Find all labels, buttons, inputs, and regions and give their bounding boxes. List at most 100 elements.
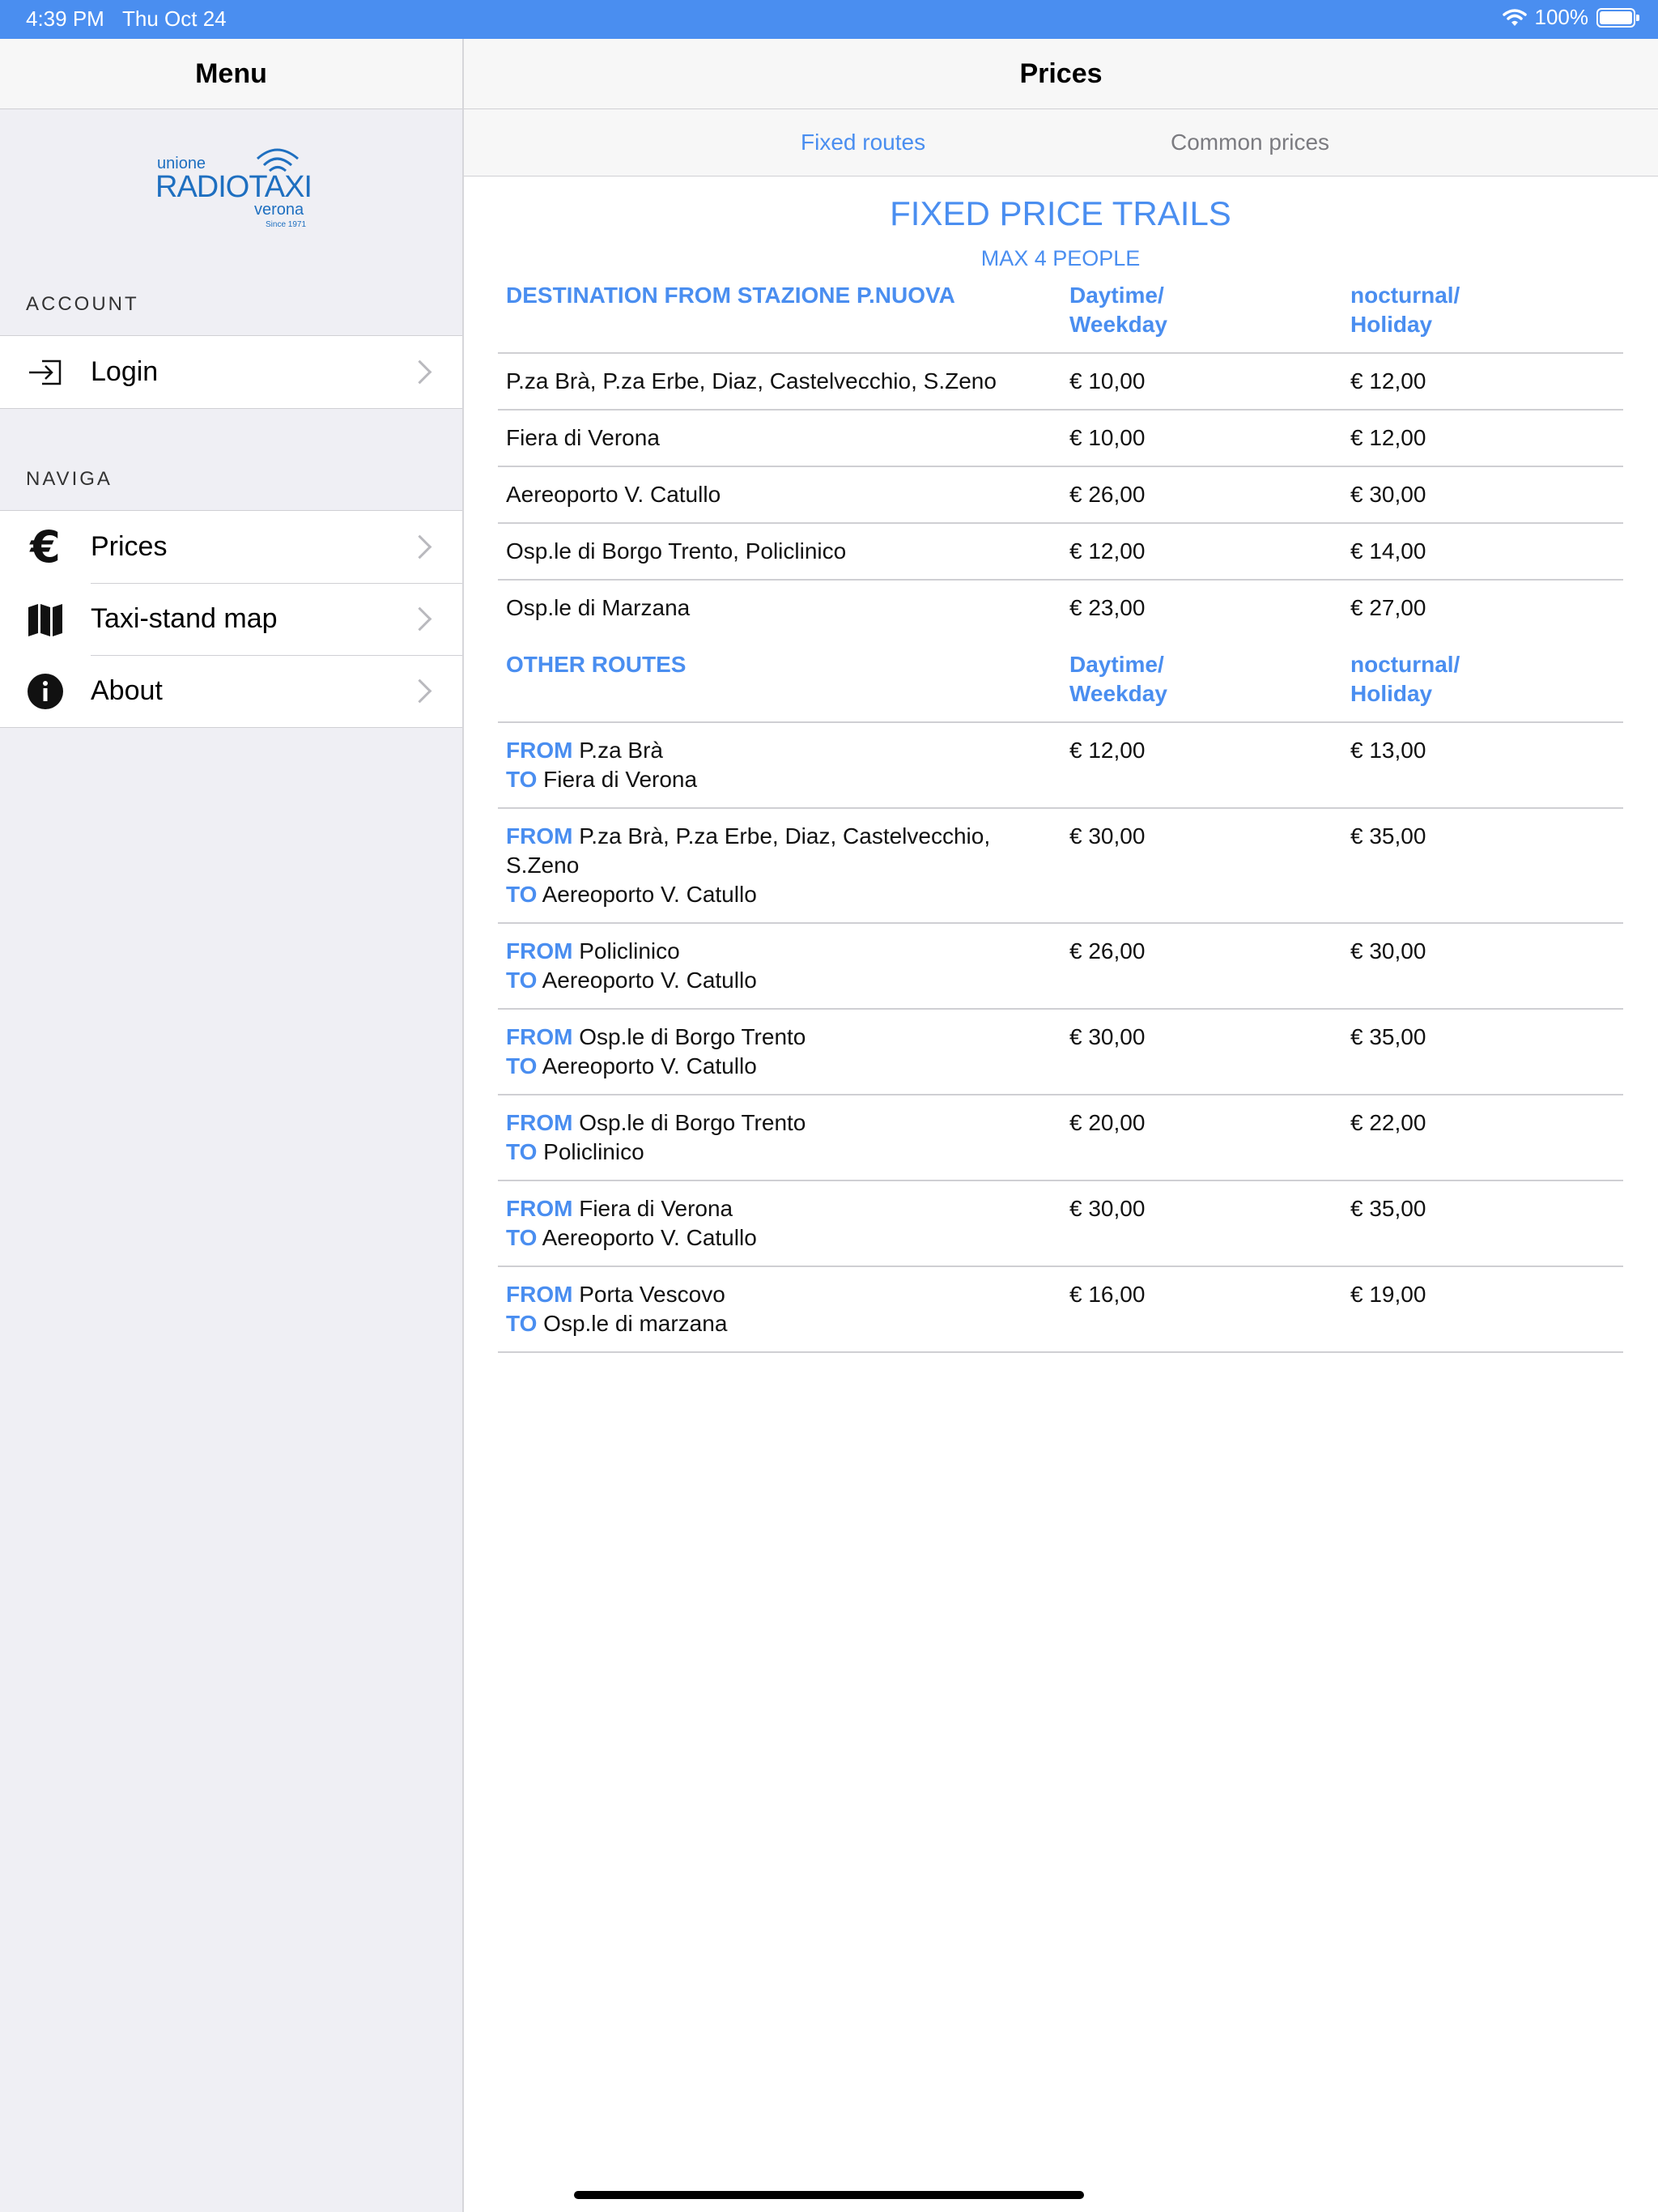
chevron-right-icon <box>407 534 432 559</box>
column-header-nocturnal: nocturnal/ Holiday <box>1350 652 1460 706</box>
status-time: 4:39 PM <box>26 6 104 31</box>
page-title: Prices <box>464 39 1658 109</box>
status-right: 100% <box>1502 5 1639 30</box>
menu-item-login[interactable]: Login <box>0 336 462 408</box>
route-to-value: Aereoporto V. Catullo <box>542 882 757 907</box>
menu-item-label: Prices <box>91 531 168 562</box>
daytime-price-cell: € 16,00 <box>1069 1282 1146 1307</box>
destination-cell: Fiera di Verona <box>506 425 660 450</box>
svg-text:Since 1971: Since 1971 <box>266 220 306 229</box>
from-keyword: FROM <box>506 1110 573 1135</box>
sidebar-title: Menu <box>0 39 462 109</box>
chevron-right-icon <box>407 606 432 632</box>
daytime-price-cell: € 30,00 <box>1069 1196 1146 1221</box>
other-routes-table: OTHER ROUTES Daytime/ Weekday nocturnal/… <box>498 639 1623 1353</box>
to-keyword: TO <box>506 1053 538 1078</box>
table-row: FROM P.za Brà TO Fiera di Verona € 12,00 € … <box>498 722 1623 808</box>
route-from-line: FROM Policlinico <box>506 937 1053 966</box>
menu-item-taxi-stand-map[interactable]: Taxi-stand map <box>0 583 462 655</box>
route-from-line: FROM Osp.le di Borgo Trento <box>506 1108 1053 1138</box>
route-to-line: TO Aereoporto V. Catullo <box>506 1223 1053 1253</box>
prices-content: FIXED PRICE TRAILS MAX 4 PEOPLE DESTINAT… <box>498 177 1623 1353</box>
tab-common-prices[interactable]: Common prices <box>1171 109 1329 176</box>
svg-text:RADIOTAXI: RADIOTAXI <box>155 170 312 204</box>
route-from-line: FROM P.za Brà <box>506 736 1053 765</box>
destination-cell: P.za Brà, P.za Erbe, Diaz, Castelvecchio… <box>506 368 997 393</box>
route-from-value: Policlinico <box>579 938 680 963</box>
info-icon <box>24 670 66 713</box>
column-header-destination: DESTINATION FROM STAZIONE P.NUOVA <box>506 283 955 308</box>
route-to-line: TO Fiera di Verona <box>506 765 1053 794</box>
table-row: P.za Brà, P.za Erbe, Diaz, Castelvecchio… <box>498 353 1623 410</box>
route-to-line: TO Aereoporto V. Catullo <box>506 966 1053 995</box>
map-icon <box>24 598 66 640</box>
nocturnal-price-cell: € 19,00 <box>1350 1282 1426 1307</box>
route-from-line: FROM P.za Brà, P.za Erbe, Diaz, Castelve… <box>506 822 1053 880</box>
euro-icon: € <box>30 521 61 572</box>
login-icon <box>24 351 66 393</box>
battery-percent: 100% <box>1534 5 1589 29</box>
route-from-line: FROM Porta Vescovo <box>506 1280 1053 1309</box>
home-indicator[interactable] <box>574 2191 1084 2199</box>
daytime-price-cell: € 30,00 <box>1069 1024 1146 1049</box>
route-cell: FROM Policlinico TO Aereoporto V. Catullo <box>498 923 1061 1009</box>
route-from-line: FROM Fiera di Verona <box>506 1194 1053 1223</box>
route-cell: FROM Porta Vescovo TO Osp.le di marzana <box>498 1266 1061 1352</box>
table-row: Osp.le di Marzana € 23,00 € 27,00 <box>498 580 1623 636</box>
daytime-price-cell: € 20,00 <box>1069 1110 1146 1135</box>
destination-cell: Osp.le di Marzana <box>506 595 691 620</box>
tab-fixed-routes[interactable]: Fixed routes <box>801 109 925 176</box>
status-date: Thu Oct 24 <box>122 6 227 31</box>
route-to-line: TO Aereoporto V. Catullo <box>506 1052 1053 1081</box>
route-to-value: Aereoporto V. Catullo <box>542 968 757 993</box>
daytime-price-cell: € 26,00 <box>1069 938 1146 963</box>
column-header-other-routes: OTHER ROUTES <box>506 652 687 677</box>
from-keyword: FROM <box>506 823 573 849</box>
destination-cell: Osp.le di Borgo Trento, Policlinico <box>506 538 847 564</box>
chevron-right-icon <box>407 678 432 704</box>
battery-icon <box>1596 7 1639 28</box>
segmented-tabs: Fixed routes Common prices <box>464 109 1658 177</box>
route-cell: FROM Osp.le di Borgo Trento TO Policlinic… <box>498 1095 1061 1180</box>
table-row: FROM P.za Brà, P.za Erbe, Diaz, Castelve… <box>498 808 1623 923</box>
nocturnal-price-cell: € 35,00 <box>1350 823 1426 849</box>
daytime-price-cell: € 23,00 <box>1069 595 1146 620</box>
route-to-value: Aereoporto V. Catullo <box>542 1053 757 1078</box>
nocturnal-price-cell: € 14,00 <box>1350 538 1426 564</box>
nocturnal-price-cell: € 12,00 <box>1350 425 1426 450</box>
menu-item-label: About <box>91 675 163 706</box>
max-people-subheading: MAX 4 PEOPLE <box>980 246 1141 270</box>
route-to-value: Policlinico <box>543 1139 644 1164</box>
table-row: FROM Osp.le di Borgo Trento TO Aereoporto… <box>498 1009 1623 1095</box>
from-keyword: FROM <box>506 938 573 963</box>
route-from-value: Porta Vescovo <box>579 1282 725 1307</box>
destination-cell: Aereoporto V. Catullo <box>506 482 721 507</box>
route-to-line: TO Policlinico <box>506 1138 1053 1167</box>
daytime-price-cell: € 10,00 <box>1069 425 1146 450</box>
table-row: Osp.le di Borgo Trento, Policlinico € 12,… <box>498 523 1623 580</box>
daytime-price-cell: € 12,00 <box>1069 738 1146 763</box>
nocturnal-price-cell: € 30,00 <box>1350 938 1426 963</box>
fixed-price-heading: FIXED PRICE TRAILS <box>890 194 1231 232</box>
menu-item-about[interactable]: About <box>0 655 462 727</box>
daytime-price-cell: € 30,00 <box>1069 823 1146 849</box>
nocturnal-price-cell: € 27,00 <box>1350 595 1426 620</box>
nocturnal-price-cell: € 22,00 <box>1350 1110 1426 1135</box>
menu-item-label: Login <box>91 356 159 387</box>
wifi-icon <box>1502 8 1527 26</box>
nocturnal-price-cell: € 30,00 <box>1350 482 1426 507</box>
to-keyword: TO <box>506 1139 538 1164</box>
nocturnal-price-cell: € 35,00 <box>1350 1196 1426 1221</box>
account-section-label: ACCOUNT <box>26 293 139 315</box>
from-keyword: FROM <box>506 1196 573 1221</box>
nocturnal-price-cell: € 13,00 <box>1350 738 1426 763</box>
account-menu: Login <box>0 335 462 409</box>
to-keyword: TO <box>506 1311 538 1336</box>
route-to-value: Fiera di Verona <box>543 767 698 792</box>
menu-item-prices[interactable]: € Prices <box>0 511 462 583</box>
route-from-value: Fiera di Verona <box>579 1196 733 1221</box>
column-header-daytime: Daytime/ Weekday <box>1069 283 1167 337</box>
table-row: FROM Porta Vescovo TO Osp.le di marzana € … <box>498 1266 1623 1352</box>
table-row: Fiera di Verona € 10,00 € 12,00 <box>498 410 1623 466</box>
route-from-value: P.za Brà, P.za Erbe, Diaz, Castelvecchio… <box>506 823 991 878</box>
